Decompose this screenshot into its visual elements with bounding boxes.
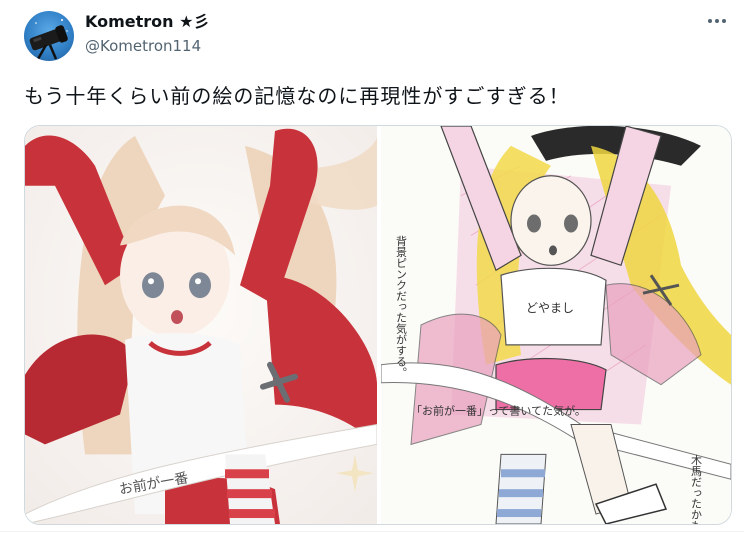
sketch-note-2: 「お前が一番」って書いてた気が。 [411, 404, 586, 418]
shirt-text: どやまし [526, 301, 574, 315]
media-image-left[interactable]: お前が一番 [25, 126, 377, 524]
tweet-text: もう十年くらい前の絵の記憶なのに再現性がすごすぎる！ [24, 84, 570, 108]
illustration-image: お前が一番 [25, 126, 377, 524]
avatar[interactable] [24, 11, 74, 61]
sketch-note-3: 木馬だったかも [689, 454, 702, 524]
more-horizontal-icon [708, 19, 726, 23]
divider [0, 531, 744, 532]
sketch-image: どやまし 背景ピンクだった気がする。 「お前が一番」って書いてた気が。 木馬だっ… [381, 126, 731, 524]
telescope-icon [29, 19, 68, 60]
tweet-card: Kometron ★彡 @Kometron114 もう十年くらい前の絵の記憶なの… [0, 0, 744, 533]
display-name[interactable]: Kometron ★彡 [85, 12, 209, 32]
media-image-right[interactable]: どやまし 背景ピンクだった気がする。 「お前が一番」って書いてた気が。 木馬だっ… [381, 126, 731, 524]
media-gallery: お前が一番 どやまし 背景ピンクだった気がする。 「お前が一番」って書いてた気が… [24, 125, 732, 525]
sketch-note-1: 背景ピンクだった気がする。 [394, 234, 407, 378]
user-handle[interactable]: @Kometron114 [85, 36, 201, 56]
more-options-button[interactable] [704, 10, 730, 32]
